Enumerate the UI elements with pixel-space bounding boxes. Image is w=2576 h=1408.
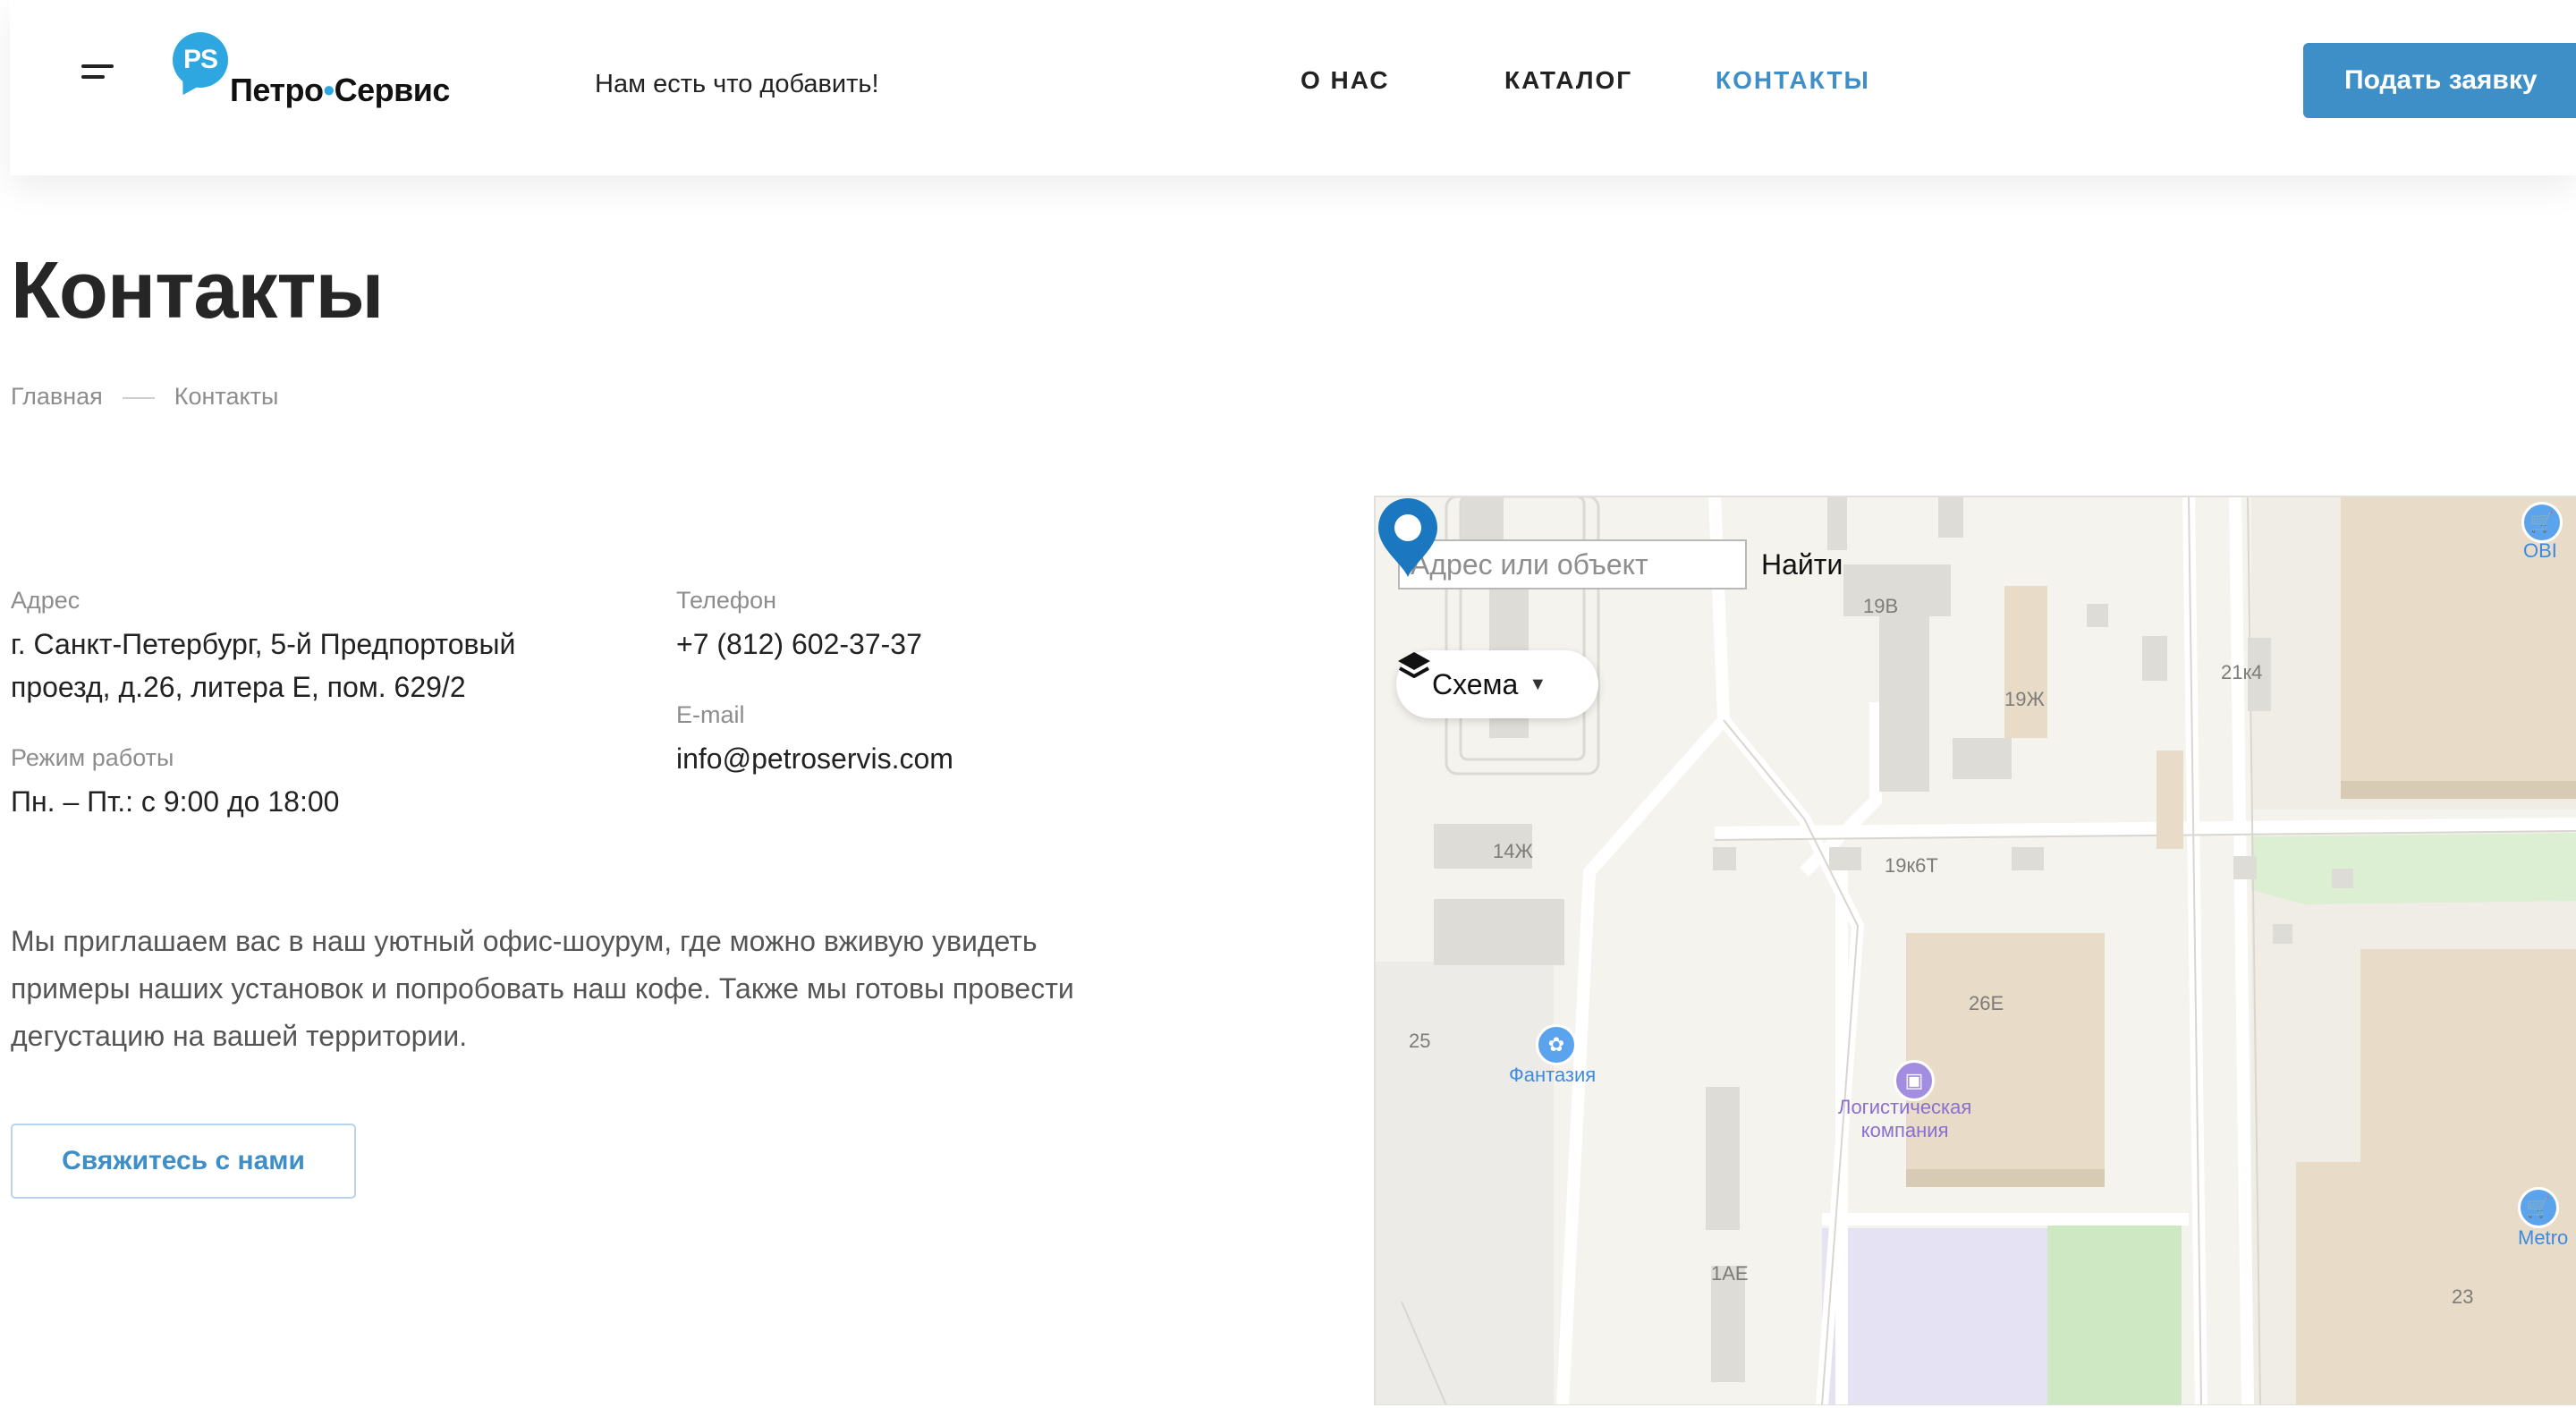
intro-line-3: дегустацию на вашей территории. bbox=[11, 1020, 468, 1052]
map-find-button[interactable]: Найти bbox=[1750, 539, 1853, 589]
map-search-input[interactable] bbox=[1398, 539, 1747, 589]
logo-badge: PS bbox=[173, 32, 228, 88]
contact-us-button[interactable]: Свяжитесь с нами bbox=[11, 1124, 356, 1199]
poi-fantasia[interactable]: Фантазия bbox=[1509, 1064, 1596, 1087]
hours-label: Режим работы bbox=[11, 744, 174, 771]
address-value: г. Санкт-Петербург, 5-й Предпортовый про… bbox=[11, 623, 515, 708]
hours-value: Пн. – Пт.: с 9:00 до 18:00 bbox=[11, 785, 340, 818]
phone-label: Телефон bbox=[676, 587, 777, 614]
breadcrumb-current: Контакты bbox=[174, 383, 279, 410]
address-label: Адрес bbox=[11, 587, 80, 614]
flower-icon[interactable]: ✿ bbox=[1536, 1024, 1577, 1065]
poi-obi[interactable]: OBI bbox=[2523, 539, 2557, 563]
nav-contacts[interactable]: КОНТАКТЫ bbox=[1716, 66, 1870, 95]
building-label: 14Ж bbox=[1493, 840, 1533, 862]
location-pin-icon[interactable] bbox=[1375, 496, 1441, 579]
building-label: 23 bbox=[2452, 1285, 2474, 1308]
building-label: 19Ж bbox=[2004, 688, 2045, 710]
caret-down-icon: ▼ bbox=[1529, 674, 1547, 694]
building-label: 1АЕ bbox=[1711, 1262, 1749, 1285]
intro-text: Мы приглашаем вас в наш уютный офис-шоур… bbox=[11, 918, 1263, 1060]
intro-line-2: примеры наших установок и попробовать на… bbox=[11, 972, 1074, 1005]
address-line-2: проезд, д.26, литера Е, пом. 629/2 bbox=[11, 671, 466, 703]
building-label: 26Е bbox=[1969, 992, 2004, 1014]
breadcrumb: Главная Контакты bbox=[11, 383, 278, 411]
map-canvas[interactable] bbox=[1375, 496, 2576, 1405]
breadcrumb-separator bbox=[122, 396, 155, 399]
shopping-cart-icon[interactable]: 🛒 bbox=[2518, 1187, 2559, 1228]
poi-logistics-line-2: компания bbox=[1860, 1119, 1949, 1141]
building-label: 25 bbox=[1409, 1030, 1431, 1052]
logo-text: Петро•Сервис bbox=[230, 72, 450, 109]
intro-line-1: Мы приглашаем вас в наш уютный офис-шоур… bbox=[11, 925, 1038, 957]
nav-catalog[interactable]: КАТАЛОГ bbox=[1504, 66, 1632, 95]
building-label: 19к6Т bbox=[1885, 854, 1938, 877]
phone-link[interactable]: +7 (812) 602-37-37 bbox=[676, 623, 922, 666]
layers-icon bbox=[1398, 652, 1430, 678]
building-label: 19В bbox=[1863, 595, 1899, 617]
address-line-1: г. Санкт-Петербург, 5-й Предпортовый bbox=[11, 628, 516, 660]
map-widget[interactable]: Найти Схема ▼ 19В 21к4 19Ж 14Ж 19к6Т 26Е… bbox=[1374, 496, 2576, 1405]
logo-name-part1: Петро bbox=[230, 72, 324, 108]
submit-request-button[interactable]: Подать заявку bbox=[2303, 43, 2576, 118]
nav-about[interactable]: О НАС bbox=[1301, 66, 1390, 95]
menu-icon[interactable] bbox=[81, 64, 114, 86]
poi-logistics-line-1: Логистическая bbox=[1838, 1096, 1972, 1118]
poi-logistics[interactable]: Логистическая компания bbox=[1838, 1096, 1971, 1142]
header-tagline: Нам есть что добавить! bbox=[595, 70, 879, 98]
poi-metro[interactable]: Metro bbox=[2518, 1226, 2568, 1250]
email-link[interactable]: info@petroservis.com bbox=[676, 737, 953, 780]
logo-dot: • bbox=[323, 72, 335, 108]
page-title: Контакты bbox=[11, 246, 384, 335]
shopping-cart-icon[interactable]: 🛒 bbox=[2521, 502, 2563, 543]
logo-name-part2: Сервис bbox=[334, 72, 451, 108]
map-layers-label: Схема bbox=[1432, 667, 1519, 700]
breadcrumb-home[interactable]: Главная bbox=[11, 383, 103, 410]
logo[interactable]: PS Петро•Сервис bbox=[173, 32, 468, 113]
site-header: PS Петро•Сервис Нам есть что добавить! О… bbox=[10, 0, 2576, 175]
email-label: E-mail bbox=[676, 701, 745, 728]
map-layers-button[interactable]: Схема ▼ bbox=[1396, 650, 1598, 718]
building-label: 21к4 bbox=[2221, 661, 2263, 683]
